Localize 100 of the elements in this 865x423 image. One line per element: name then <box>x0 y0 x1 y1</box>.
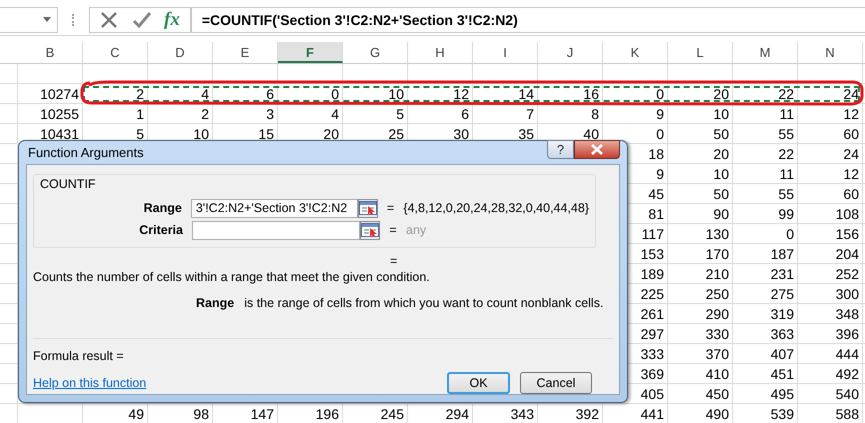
equals-sign: = <box>386 201 396 215</box>
cancel-icon[interactable] <box>100 10 120 28</box>
table-cell-text: 50 <box>712 185 730 204</box>
table-cell-text: 15 <box>257 125 275 144</box>
table-cell-text: 130 <box>704 225 730 244</box>
column-header[interactable]: H <box>408 42 473 63</box>
dialog-button[interactable]: OK <box>447 372 510 394</box>
table-cell-text: 55 <box>777 125 795 144</box>
table-cell-text: 99 <box>777 205 795 224</box>
collapse-dialog-icon[interactable] <box>360 220 380 240</box>
table-cell-text: 6 <box>460 105 470 124</box>
table-cell-text: 290 <box>704 305 730 324</box>
table-cell-text: 396 <box>834 325 860 344</box>
table-cell-text: 49 <box>127 405 145 423</box>
table-cell-text: 35 <box>517 125 535 144</box>
close-icon[interactable] <box>591 144 603 155</box>
table-cell-text: 370 <box>704 345 730 364</box>
table-cell-text: 540 <box>834 385 860 404</box>
table-cell-text: 330 <box>704 325 730 344</box>
checkmark-icon[interactable] <box>132 10 152 28</box>
argument-field[interactable] <box>192 220 360 240</box>
table-cell-text: 12 <box>842 105 860 124</box>
table-cell-text: 45 <box>647 185 665 204</box>
table-cell-text: 4 <box>330 105 340 124</box>
table-cell-text: 18 <box>647 145 665 164</box>
table-cell-text: 170 <box>704 245 730 264</box>
column-header[interactable]: L <box>668 42 733 63</box>
column-header[interactable]: K <box>603 42 668 63</box>
table-cell-text: 539 <box>770 405 795 423</box>
table-cell-text: 22 <box>777 85 795 104</box>
help-link[interactable]: Help on this function <box>33 376 146 390</box>
table-cell-text: 81 <box>647 205 665 224</box>
column-header[interactable]: M <box>733 42 798 63</box>
table-cell-text: 343 <box>510 405 535 423</box>
table-cell-text: 297 <box>640 325 665 344</box>
table-cell-text: 11 <box>778 165 795 184</box>
column-header[interactable]: B <box>18 42 83 63</box>
column-header[interactable]: F <box>278 42 343 63</box>
table-cell-text: 225 <box>640 285 665 304</box>
table-cell-text: 10255 <box>39 105 80 124</box>
table-cell-text: 2 <box>200 105 210 124</box>
table-cell-text: 0 <box>785 225 795 244</box>
table-cell-text: 16 <box>582 85 600 104</box>
table-cell-text: 60 <box>842 185 860 204</box>
collapse-dialog-icon[interactable] <box>358 198 378 218</box>
table-cell-text: 490 <box>704 405 730 423</box>
table-cell-text: 25 <box>387 125 405 144</box>
argument-result: {4,8,12,0,20,24,28,32,0,40,44,48} <box>403 201 589 215</box>
table-cell-text: 492 <box>834 365 860 384</box>
argument-name: Range <box>196 296 234 310</box>
dropdown-arrow-icon[interactable] <box>43 17 51 22</box>
table-cell-text: 20 <box>322 125 340 144</box>
equals-sign: = <box>389 254 398 270</box>
formula-result-label: Formula result = <box>33 349 125 363</box>
table-cell-text: 153 <box>640 245 665 264</box>
table-cell-text: 231 <box>770 265 795 284</box>
table-cell-text: 9 <box>655 165 665 184</box>
table-cell-text: 410 <box>704 365 730 384</box>
argument-description: is the range of cells from which you want to count nonblank cells. <box>244 296 604 310</box>
table-cell-text: 294 <box>444 405 470 423</box>
table-cell-text: 20 <box>712 85 730 104</box>
argument-label: Criteria <box>138 223 184 237</box>
table-cell-text: 319 <box>770 305 795 324</box>
column-header[interactable]: J <box>538 42 603 63</box>
table-cell-text: 9 <box>655 105 665 124</box>
help-button[interactable]: ? <box>547 140 574 159</box>
table-cell-text: 8 <box>590 105 600 124</box>
table-cell-text: 407 <box>770 345 795 364</box>
formula-field[interactable]: =COUNTIF('Section 3'!C2:N2+'Section 3'!C2:N2) <box>190 6 865 32</box>
table-cell-text: 90 <box>712 205 730 224</box>
table-cell-text: 20 <box>712 145 730 164</box>
dialog-button[interactable]: Cancel <box>520 372 592 394</box>
table-cell-text: 348 <box>834 305 860 324</box>
table-cell-text: 369 <box>640 365 665 384</box>
equals-sign: = <box>388 223 398 237</box>
function-description: Counts the number of cells within a range that meet the given condition. <box>33 270 431 286</box>
close-button[interactable] <box>574 140 620 159</box>
table-cell-text: 50 <box>712 125 730 144</box>
column-header[interactable]: G <box>343 42 408 63</box>
table-cell-text: 250 <box>704 285 730 304</box>
table-cell-text: 10 <box>712 165 730 184</box>
drag-handle-icon[interactable] <box>72 14 77 26</box>
table-cell-text: 405 <box>640 385 665 404</box>
insert-function-button[interactable]: fx <box>164 8 180 30</box>
table-cell-text: 5 <box>395 105 405 124</box>
column-header[interactable]: C <box>83 42 148 63</box>
table-cell-text: 11 <box>778 105 795 124</box>
table-cell-text: 0 <box>330 85 340 104</box>
table-cell-text: 300 <box>834 285 860 304</box>
table-cell-text: 392 <box>574 405 600 423</box>
column-header[interactable]: D <box>148 42 213 63</box>
table-cell-text: 1 <box>135 105 145 124</box>
argument-field[interactable]: 3'!C2:N2+'Section 3'!C2:N2 <box>190 198 358 218</box>
column-header[interactable]: I <box>473 42 538 63</box>
table-cell-text: 22 <box>777 145 795 164</box>
column-header[interactable]: N <box>798 42 863 63</box>
table-cell-text: 10 <box>712 105 730 124</box>
argument-result: any <box>406 223 426 237</box>
table-cell-text: 204 <box>834 245 860 264</box>
table-cell-text: 444 <box>834 345 860 364</box>
